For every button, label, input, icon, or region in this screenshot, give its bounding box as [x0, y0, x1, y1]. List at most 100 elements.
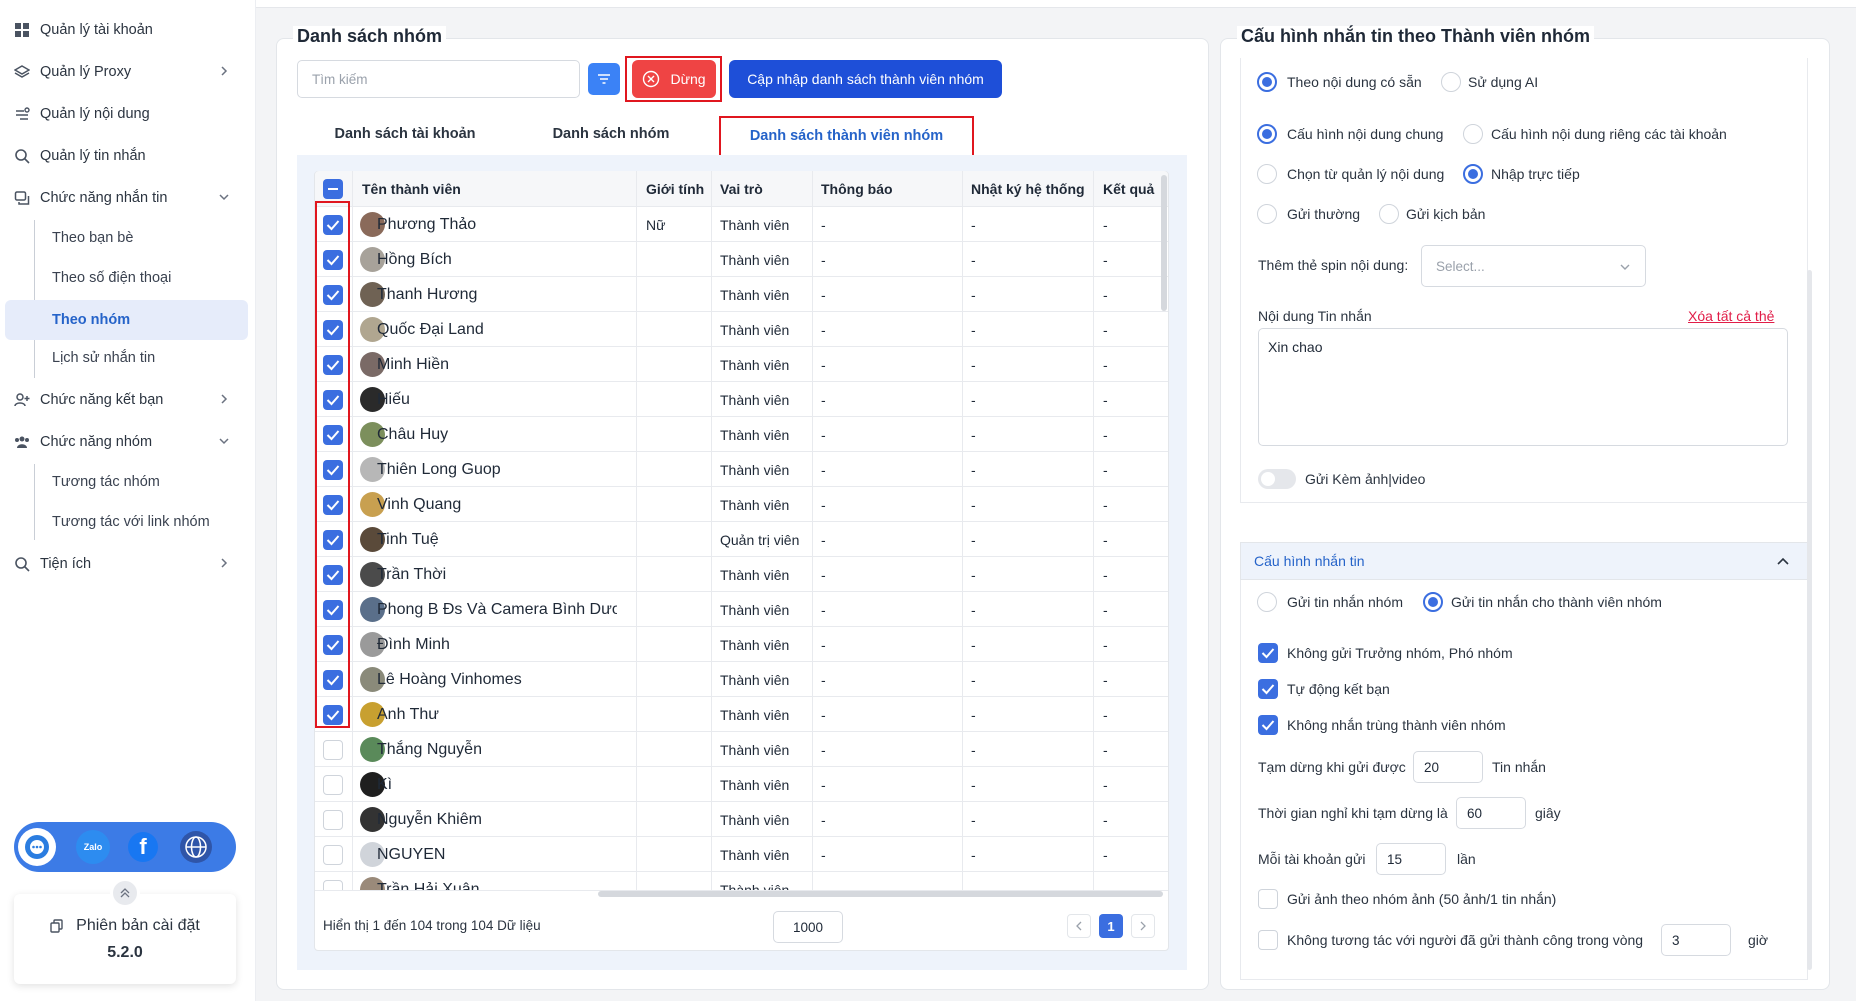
- pause-label: Tạm dừng khi gửi được: [1258, 759, 1406, 775]
- row-checkbox[interactable]: [323, 775, 343, 795]
- col-notice[interactable]: Thông báo: [821, 171, 893, 207]
- table-row[interactable]: Nguyễn Khiêm Thành viên - - -: [315, 802, 1168, 837]
- page-1-button[interactable]: 1: [1099, 914, 1123, 938]
- table-row[interactable]: Đình Minh Thành viên - - -: [315, 627, 1168, 662]
- sub-group-link-interaction[interactable]: Tương tác với link nhóm: [50, 502, 246, 542]
- row-checkbox[interactable]: [323, 740, 343, 760]
- col-role[interactable]: Vai trò: [720, 171, 763, 207]
- table-row[interactable]: Thắng Nguyễn Thành viên - - -: [315, 732, 1168, 767]
- table-row[interactable]: Phương Thảo Nữ Thành viên - - -: [315, 207, 1168, 242]
- radio-available-content[interactable]: [1257, 72, 1277, 92]
- check-icon: [1261, 684, 1275, 695]
- row-checkbox[interactable]: [323, 810, 343, 830]
- table-row[interactable]: Tinh Tuệ Quản trị viên - - -: [315, 522, 1168, 557]
- sub-by-group[interactable]: Theo nhóm: [5, 300, 248, 340]
- table-row[interactable]: Phong B Đs Và Camera Bình Dươn Thành viên…: [315, 592, 1168, 627]
- table-row[interactable]: Minh Hiền Thành viên - - -: [315, 347, 1168, 382]
- vertical-scrollbar[interactable]: [1161, 175, 1167, 311]
- nav-content-management[interactable]: Quản lý nội dung: [12, 95, 244, 133]
- globe-icon[interactable]: [180, 831, 212, 863]
- radio-script-send[interactable]: [1379, 204, 1399, 224]
- radio-common-config[interactable]: [1257, 124, 1277, 144]
- radio-use-ai[interactable]: [1441, 72, 1461, 92]
- clear-all-tags-link[interactable]: Xóa tất cả thẻ: [1688, 308, 1774, 324]
- table-row[interactable]: Anh Thư Thành viên - - -: [315, 697, 1168, 732]
- select-all-checkbox[interactable]: [323, 179, 343, 199]
- member-gender: [646, 767, 711, 801]
- table-row[interactable]: Vinh Quang Thành viên - - -: [315, 487, 1168, 522]
- attach-toggle[interactable]: [1258, 469, 1296, 489]
- table-row[interactable]: Hồng Bích Thành viên - - -: [315, 242, 1168, 277]
- radio-normal-send[interactable]: [1257, 204, 1277, 224]
- prev-page-button[interactable]: [1067, 914, 1091, 938]
- member-log: -: [971, 321, 976, 338]
- table-row[interactable]: Kì Thành viên - - -: [315, 767, 1168, 802]
- rest-input[interactable]: 60: [1456, 797, 1526, 829]
- tab-groups[interactable]: Danh sách nhóm: [530, 113, 692, 155]
- member-role: Thành viên: [720, 881, 790, 891]
- each-input[interactable]: 15: [1376, 843, 1446, 875]
- radio-direct-input[interactable]: [1463, 164, 1483, 184]
- next-page-button[interactable]: [1131, 914, 1155, 938]
- nav-group-functions[interactable]: Chức năng nhóm: [12, 423, 244, 461]
- nav-utilities[interactable]: Tiện ích: [12, 545, 244, 583]
- member-gender: [646, 872, 711, 890]
- checkbox-skip-leaders[interactable]: [1258, 643, 1278, 663]
- table-row[interactable]: Trần Hải Xuân Thành viên - - -: [315, 872, 1168, 891]
- layers-icon: [14, 64, 30, 80]
- search-input[interactable]: Tìm kiếm: [297, 60, 580, 98]
- support-icon[interactable]: [18, 828, 56, 866]
- row-checkbox[interactable]: [323, 845, 343, 865]
- update-members-button[interactable]: Cập nhập danh sách thành viên nhóm: [729, 60, 1002, 98]
- member-result: -: [1103, 496, 1108, 513]
- facebook-icon[interactable]: f: [128, 832, 158, 862]
- col-result[interactable]: Kết quả: [1103, 171, 1154, 207]
- page-size-select[interactable]: 1000: [773, 911, 843, 943]
- stop-button[interactable]: Dừng: [632, 60, 716, 98]
- table-row[interactable]: NGUYEN Thành viên - - -: [315, 837, 1168, 872]
- sub-by-friends[interactable]: Theo bạn bè: [50, 218, 246, 258]
- radio-from-content-manager[interactable]: [1257, 164, 1277, 184]
- member-role: Quản trị viên: [720, 531, 800, 548]
- member-notice: -: [821, 776, 826, 793]
- collapse-button[interactable]: [110, 878, 140, 908]
- table-row[interactable]: Châu Huy Thành viên - - -: [315, 417, 1168, 452]
- col-divider: [711, 171, 712, 891]
- checkbox-no-duplicate[interactable]: [1258, 715, 1278, 735]
- member-gender: [646, 452, 711, 486]
- table-row[interactable]: Quốc Đại Land Thành viên - - -: [315, 312, 1168, 347]
- table-row[interactable]: Lê Hoàng Vinhomes Thành viên - - -: [315, 662, 1168, 697]
- spin-select[interactable]: Select...: [1421, 245, 1646, 287]
- radio-member-message[interactable]: [1423, 592, 1443, 612]
- table-row[interactable]: Trần Thời Thành viên - - -: [315, 557, 1168, 592]
- tab-accounts[interactable]: Danh sách tài khoản: [320, 113, 490, 155]
- message-textarea[interactable]: Xin chao: [1258, 328, 1788, 446]
- nav-messaging[interactable]: Chức năng nhắn tin: [12, 179, 244, 217]
- checkbox-auto-friend[interactable]: [1258, 679, 1278, 699]
- table-row[interactable]: Thanh Hương Thành viên - - -: [315, 277, 1168, 312]
- horizontal-scrollbar[interactable]: [598, 891, 1163, 897]
- checkbox-skip-interacted[interactable]: [1258, 930, 1278, 950]
- nav-proxy-management[interactable]: Quản lý Proxy: [12, 53, 244, 91]
- nav-add-friend[interactable]: Chức năng kết bạn: [12, 381, 244, 419]
- nav-account-management[interactable]: Quản lý tài khoản: [12, 11, 244, 49]
- tab-group-members[interactable]: Danh sách thành viên nhóm: [722, 116, 971, 156]
- col-log[interactable]: Nhật ký hệ thống: [971, 171, 1085, 207]
- col-gender[interactable]: Giới tính: [646, 171, 704, 207]
- zalo-icon[interactable]: Zalo: [76, 830, 110, 864]
- col-name[interactable]: Tên thành viên: [362, 171, 461, 207]
- sub-group-interaction[interactable]: Tương tác nhóm: [50, 462, 246, 502]
- skip-hours-input[interactable]: 3: [1661, 924, 1731, 956]
- radio-group-message[interactable]: [1257, 592, 1277, 612]
- sub-message-history[interactable]: Lịch sử nhắn tin: [50, 338, 246, 378]
- checkbox-photo-group[interactable]: [1258, 889, 1278, 909]
- table-row[interactable]: Hiếu Thành viên - - -: [315, 382, 1168, 417]
- pause-input[interactable]: 20: [1413, 751, 1483, 783]
- config-scrollbar[interactable]: [1807, 270, 1812, 970]
- sub-by-phone[interactable]: Theo số điện thoại: [50, 258, 246, 298]
- row-checkbox[interactable]: [323, 880, 343, 890]
- table-row[interactable]: Thiên Long Guop Thành viên - - -: [315, 452, 1168, 487]
- filter-button[interactable]: [588, 63, 620, 95]
- radio-per-account-config[interactable]: [1463, 124, 1483, 144]
- nav-message-management[interactable]: Quản lý tin nhắn: [12, 137, 244, 175]
